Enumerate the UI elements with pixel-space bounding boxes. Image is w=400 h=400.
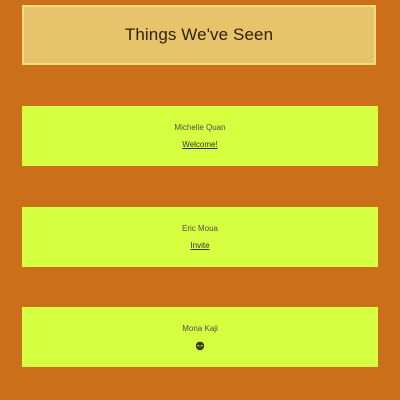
list-item: Mona Kaji bbox=[22, 307, 378, 367]
alien-face-icon[interactable] bbox=[195, 341, 205, 351]
contact-name: Mona Kaji bbox=[182, 323, 218, 333]
contact-name: Michelle Quan bbox=[174, 123, 226, 132]
page-title: Things We've Seen bbox=[124, 25, 274, 44]
welcome-link[interactable]: Welcome! bbox=[182, 140, 217, 149]
invite-link[interactable]: Invite bbox=[190, 241, 209, 250]
page-header: Things We've Seen bbox=[22, 5, 376, 65]
list-item: Michelle Quan Welcome! bbox=[22, 106, 378, 166]
list-item: Eric Moua Invite bbox=[22, 207, 378, 267]
contact-name: Eric Moua bbox=[181, 224, 218, 233]
